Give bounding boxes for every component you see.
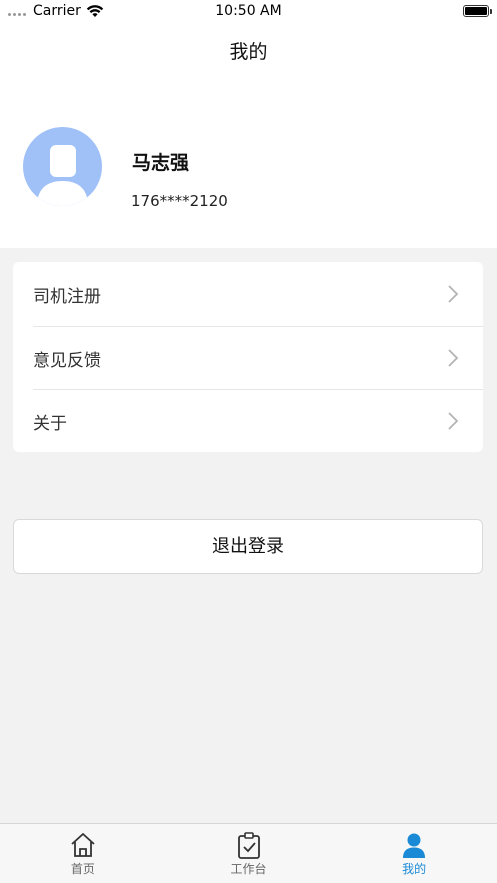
page-title: 我的 bbox=[229, 41, 268, 63]
header-area: Carrier 10:50 AM 我的 马志强 176****2120 bbox=[0, 0, 497, 248]
user-phone: 176****2120 bbox=[131, 192, 228, 210]
menu-item-feedback[interactable]: 意见反馈 bbox=[13, 325, 483, 390]
tab-mine[interactable]: 我的 bbox=[331, 824, 497, 883]
user-name: 马志强 bbox=[132, 152, 190, 174]
avatar[interactable] bbox=[23, 127, 102, 206]
chevron-right-icon bbox=[448, 412, 459, 430]
home-icon bbox=[71, 833, 95, 857]
chevron-right-icon bbox=[448, 285, 459, 303]
user-placeholder-icon bbox=[37, 145, 88, 206]
tab-bar: 首页 工作台 我的 bbox=[0, 823, 497, 883]
status-bar: Carrier 10:50 AM bbox=[0, 0, 497, 24]
tab-label: 首页 bbox=[70, 862, 95, 876]
logout-button[interactable]: 退出登录 bbox=[13, 519, 483, 574]
battery-icon bbox=[463, 5, 492, 17]
menu-item-label: 意见反馈 bbox=[33, 350, 101, 371]
tab-label: 工作台 bbox=[230, 862, 267, 876]
menu-item-about[interactable]: 关于 bbox=[13, 389, 483, 452]
menu-card: 司机注册 意见反馈 关于 bbox=[13, 262, 483, 452]
menu-item-driver-registration[interactable]: 司机注册 bbox=[13, 262, 483, 326]
chevron-right-icon bbox=[448, 348, 459, 367]
user-icon bbox=[403, 833, 426, 858]
clipboard-check-icon bbox=[237, 832, 260, 859]
tab-workbench[interactable]: 工作台 bbox=[166, 824, 332, 883]
menu-item-label: 关于 bbox=[33, 414, 67, 434]
menu-item-label: 司机注册 bbox=[33, 287, 101, 307]
status-time: 10:50 AM bbox=[215, 3, 282, 19]
tab-home[interactable]: 首页 bbox=[0, 824, 166, 883]
tab-label: 我的 bbox=[402, 862, 427, 876]
